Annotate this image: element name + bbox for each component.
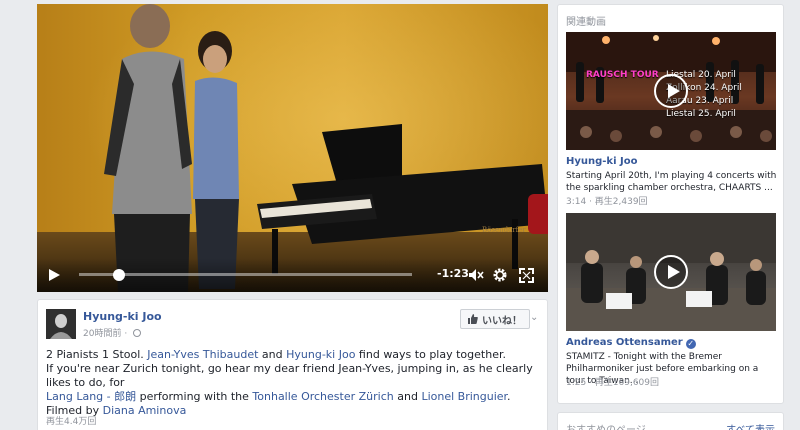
- post-text-segment: find ways to play together.: [355, 348, 506, 361]
- post-author[interactable]: Hyung-ki Joo: [83, 310, 162, 323]
- post-text-segment: and: [393, 390, 422, 403]
- post-text-segment: 2 Pianists 1 Stool.: [46, 348, 148, 361]
- mention-link-hyungki[interactable]: Hyung-ki Joo: [286, 348, 355, 361]
- globe-icon: [133, 329, 142, 337]
- related-video-description: Starting April 20th, I'm playing 4 conce…: [566, 171, 777, 193]
- svg-text:Bösendorfer: Bösendorfer: [482, 226, 526, 234]
- mention-link-bringuier[interactable]: Lionel Bringuier: [421, 390, 507, 403]
- related-video-thumbnail[interactable]: RAUSCH TOUR Liestal 20. April Zollikon 2…: [566, 32, 776, 150]
- mention-link-tonhalle[interactable]: Tonhalle Orchester Zürich: [252, 390, 393, 403]
- video-controls: -1:23: [37, 258, 548, 292]
- like-page-button[interactable]: いいね！: [460, 309, 530, 329]
- related-video-title[interactable]: Hyung-ki Joo: [566, 156, 637, 167]
- related-video-meta: 1:25 · 再生169,609回: [566, 378, 660, 388]
- mute-icon[interactable]: [468, 268, 484, 282]
- post-line-4: Filmed by Diana Aminova: [46, 404, 541, 418]
- mention-link-aminova[interactable]: Diana Aminova: [103, 404, 187, 417]
- avatar-image: [46, 309, 76, 339]
- post-text-segment: .: [507, 390, 511, 403]
- related-video-title[interactable]: Andreas Ottensamer ✓: [566, 337, 696, 349]
- progress-handle[interactable]: [112, 269, 125, 281]
- overlay-date: Liestal 25. April: [666, 109, 736, 119]
- post-text-segment: performing with the: [136, 390, 253, 403]
- mention-link-thibaudet[interactable]: Jean-Yves Thibaudet: [147, 348, 258, 361]
- related-video-author[interactable]: Andreas Ottensamer: [566, 337, 683, 348]
- mention-link-langlang[interactable]: Lang Lang - 郎朗: [46, 390, 136, 403]
- post-line-3: Lang Lang - 郎朗 performing with the Tonha…: [46, 390, 541, 404]
- thumbnail-overlay-title: RAUSCH TOUR: [586, 70, 659, 80]
- gear-icon[interactable]: [492, 267, 508, 283]
- video-player[interactable]: Bösendorfer -1:23: [37, 4, 548, 292]
- see-all-link[interactable]: すべて表示: [726, 421, 775, 430]
- related-video-meta: 3:14 · 再生2,439回: [566, 197, 648, 207]
- related-videos-heading: 関連動画: [566, 17, 606, 28]
- post-meta: 20時間前 ·: [83, 326, 142, 339]
- avatar[interactable]: [46, 309, 76, 339]
- post-line-2: If you're near Zurich tonight, go hear m…: [46, 362, 533, 389]
- related-video-thumbnail[interactable]: [566, 213, 776, 331]
- post-text-segment: and: [258, 348, 287, 361]
- recommended-pages-panel: おすすめのページ すべて表示: [557, 412, 784, 430]
- post-card: Hyung-ki Joo 20時間前 · いいね！ ⌄ 2 Pianists 1…: [37, 299, 548, 430]
- post-text: 2 Pianists 1 Stool. Jean-Yves Thibaudet …: [46, 348, 541, 418]
- related-videos-panel: 関連動画 RAUSCH TOUR Liestal 20. April Zolli…: [557, 4, 784, 404]
- view-count: 再生4.4万回: [46, 417, 97, 427]
- meta-separator: ·: [124, 329, 128, 339]
- thumbs-up-icon: [468, 314, 478, 324]
- post-line-1: 2 Pianists 1 Stool. Jean-Yves Thibaudet …: [46, 348, 541, 362]
- pianist-second-figure: [193, 31, 239, 289]
- facebook-video-page: Bösendorfer -1:23 Hyung-ki Joo 20時間前 · い…: [0, 0, 800, 430]
- progress-bar[interactable]: [79, 273, 412, 276]
- recommended-pages-heading: おすすめのページ: [566, 421, 646, 430]
- time-remaining: -1:23: [437, 267, 469, 280]
- post-options-chevron-down-icon[interactable]: ⌄: [530, 312, 538, 323]
- play-icon[interactable]: [654, 74, 688, 108]
- post-timestamp[interactable]: 20時間前: [83, 329, 121, 339]
- play-icon[interactable]: [654, 255, 688, 289]
- play-icon[interactable]: [47, 268, 61, 282]
- grand-piano: Bösendorfer: [257, 124, 548, 274]
- verified-badge-icon: ✓: [685, 339, 696, 349]
- like-button-label: いいね！: [482, 315, 522, 327]
- red-chair: [528, 194, 548, 234]
- fullscreen-icon[interactable]: [519, 268, 534, 283]
